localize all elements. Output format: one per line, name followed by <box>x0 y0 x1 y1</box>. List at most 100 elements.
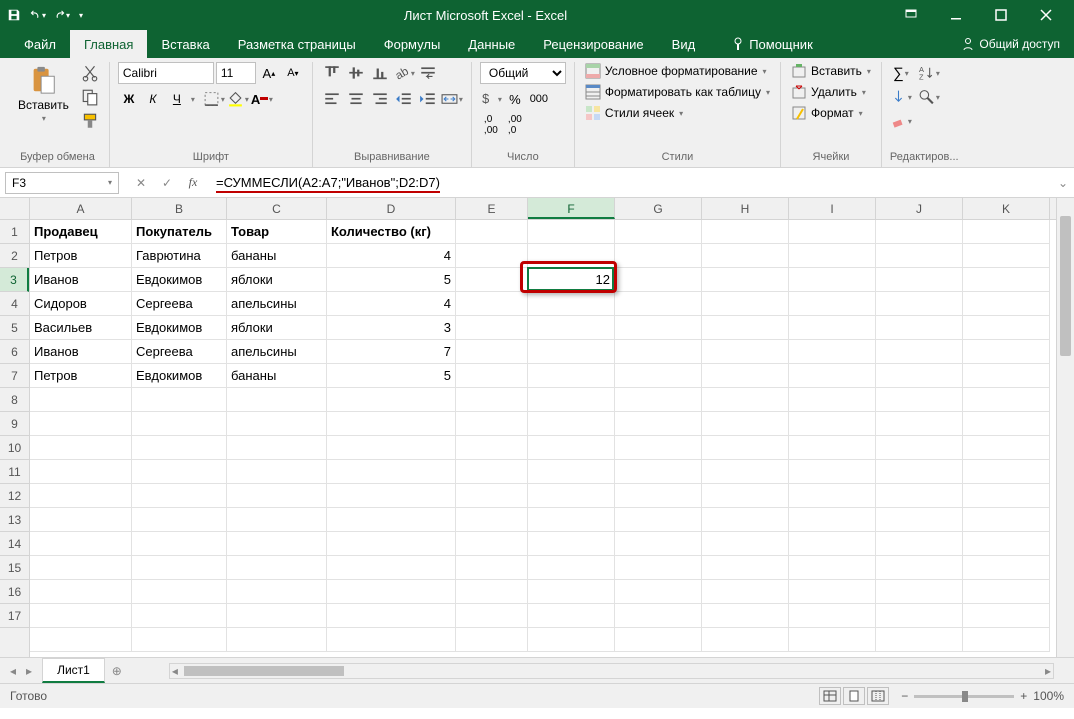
cell[interactable] <box>528 628 615 652</box>
cell[interactable]: апельсины <box>227 292 327 316</box>
cell[interactable]: Товар <box>227 220 327 244</box>
row-header[interactable]: 15 <box>0 556 29 580</box>
column-header[interactable]: D <box>327 198 456 219</box>
cell[interactable] <box>30 436 132 460</box>
comma-format-icon[interactable]: 000 <box>528 88 550 110</box>
row-header[interactable]: 6 <box>0 340 29 364</box>
cell[interactable] <box>963 292 1050 316</box>
cell[interactable] <box>876 412 963 436</box>
cell[interactable] <box>456 532 528 556</box>
format-cells-button[interactable]: Формат▾ <box>789 104 865 122</box>
cell[interactable] <box>702 340 789 364</box>
align-right-icon[interactable] <box>369 88 391 110</box>
cell[interactable] <box>456 364 528 388</box>
cell[interactable] <box>132 436 227 460</box>
cell[interactable]: 5 <box>327 268 456 292</box>
format-painter-icon[interactable] <box>79 110 101 132</box>
cell[interactable] <box>327 556 456 580</box>
row-header[interactable]: 13 <box>0 508 29 532</box>
cell[interactable]: Иванов <box>30 340 132 364</box>
cell[interactable] <box>528 580 615 604</box>
cell[interactable] <box>963 364 1050 388</box>
cell[interactable] <box>528 460 615 484</box>
cell[interactable] <box>30 556 132 580</box>
cell[interactable] <box>876 532 963 556</box>
cell[interactable] <box>615 220 702 244</box>
page-layout-view-icon[interactable] <box>843 687 865 705</box>
row-header[interactable]: 3 <box>0 268 29 292</box>
cell[interactable] <box>327 412 456 436</box>
cell[interactable] <box>789 484 876 508</box>
tab-review[interactable]: Рецензирование <box>529 30 657 58</box>
cell[interactable] <box>528 412 615 436</box>
cell[interactable] <box>876 220 963 244</box>
sort-filter-icon[interactable]: AZ▾ <box>918 62 940 84</box>
cell[interactable] <box>327 532 456 556</box>
cell[interactable]: Васильев <box>30 316 132 340</box>
cell[interactable] <box>615 412 702 436</box>
cell[interactable] <box>456 484 528 508</box>
cell[interactable] <box>30 580 132 604</box>
cell[interactable] <box>456 412 528 436</box>
cell[interactable] <box>528 436 615 460</box>
share-button[interactable]: Общий доступ <box>961 30 1074 58</box>
bold-button[interactable]: Ж <box>118 88 140 110</box>
cell[interactable] <box>963 484 1050 508</box>
cell[interactable] <box>963 340 1050 364</box>
cell[interactable] <box>456 628 528 652</box>
align-top-icon[interactable] <box>321 62 343 84</box>
cell[interactable] <box>876 340 963 364</box>
cell[interactable] <box>132 508 227 532</box>
close-icon[interactable] <box>1023 0 1068 30</box>
cell[interactable] <box>227 532 327 556</box>
cell[interactable] <box>789 220 876 244</box>
cell[interactable] <box>702 292 789 316</box>
font-name-input[interactable] <box>118 62 214 84</box>
cell[interactable] <box>702 460 789 484</box>
cell[interactable]: яблоки <box>227 316 327 340</box>
tab-tell-me[interactable]: Помощник <box>717 30 827 58</box>
cell[interactable] <box>227 508 327 532</box>
row-header[interactable]: 2 <box>0 244 29 268</box>
cell[interactable] <box>227 484 327 508</box>
sheet-tab-active[interactable]: Лист1 <box>42 658 105 683</box>
cell[interactable] <box>876 292 963 316</box>
cell[interactable] <box>132 460 227 484</box>
cell[interactable]: 12 <box>528 268 615 292</box>
cell[interactable] <box>789 580 876 604</box>
cell[interactable] <box>789 340 876 364</box>
save-icon[interactable] <box>6 7 22 23</box>
cell[interactable] <box>132 580 227 604</box>
add-sheet-icon[interactable]: ⊕ <box>105 664 129 678</box>
cell[interactable] <box>963 508 1050 532</box>
cell[interactable] <box>456 340 528 364</box>
cell[interactable] <box>456 580 528 604</box>
cell[interactable] <box>702 388 789 412</box>
cell[interactable] <box>327 580 456 604</box>
cell[interactable] <box>963 556 1050 580</box>
cell[interactable] <box>963 580 1050 604</box>
chevron-down-icon[interactable]: ▾ <box>191 95 195 104</box>
minimize-icon[interactable] <box>933 0 978 30</box>
tab-data[interactable]: Данные <box>454 30 529 58</box>
cell[interactable] <box>132 604 227 628</box>
clear-icon[interactable]: ▾ <box>890 110 912 132</box>
row-header[interactable]: 4 <box>0 292 29 316</box>
cell[interactable]: Евдокимов <box>132 364 227 388</box>
cell[interactable] <box>615 268 702 292</box>
conditional-formatting-button[interactable]: Условное форматирование▾ <box>583 62 769 80</box>
cell[interactable] <box>876 556 963 580</box>
cell[interactable]: Гаврютина <box>132 244 227 268</box>
cell[interactable] <box>227 604 327 628</box>
find-select-icon[interactable]: ▾ <box>918 86 940 108</box>
cell[interactable] <box>789 460 876 484</box>
cell[interactable] <box>876 244 963 268</box>
cell[interactable] <box>702 316 789 340</box>
cell[interactable] <box>789 364 876 388</box>
cell[interactable] <box>702 628 789 652</box>
underline-button[interactable]: Ч <box>166 88 188 110</box>
cell[interactable] <box>327 484 456 508</box>
column-header[interactable]: F <box>528 198 615 219</box>
cell[interactable] <box>876 268 963 292</box>
delete-cells-button[interactable]: Удалить▾ <box>789 83 868 101</box>
